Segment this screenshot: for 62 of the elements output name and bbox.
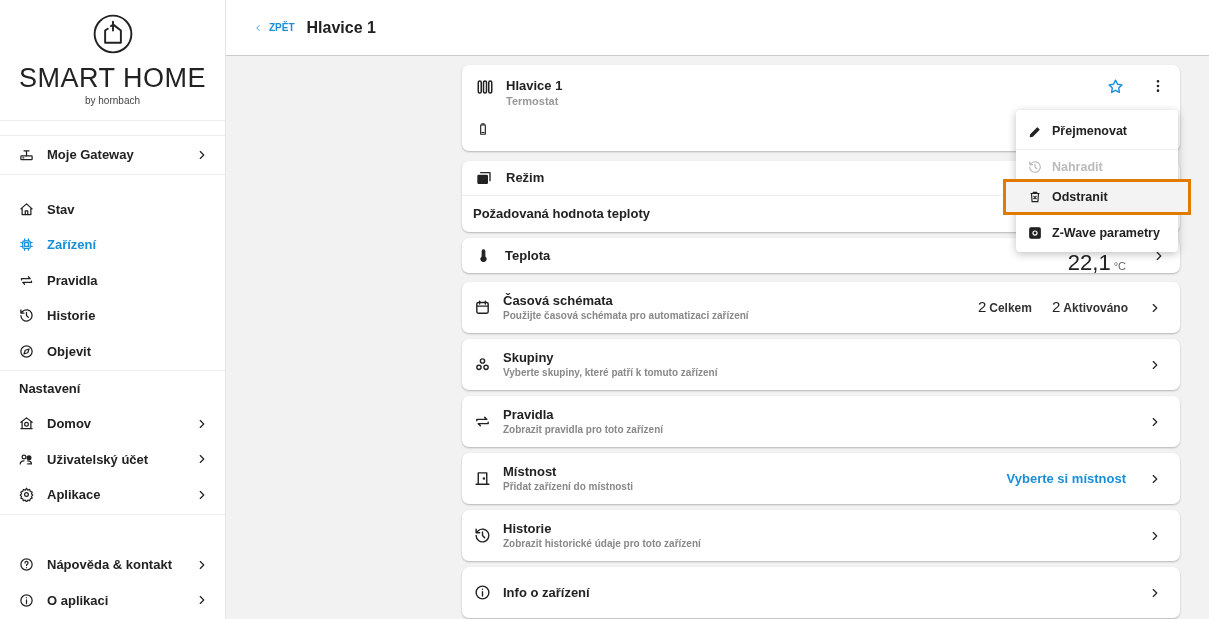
room-link[interactable]: Vyberte si místnost: [1006, 468, 1126, 489]
stat-count: 2: [1051, 297, 1061, 318]
nav-item[interactable]: Uživatelský účet: [0, 441, 225, 477]
calendar-icon: [474, 299, 491, 316]
nav-item[interactable]: Aplikace: [0, 477, 225, 513]
star-icon[interactable]: [1107, 78, 1124, 95]
list-item[interactable]: Info o zařízení: [462, 567, 1180, 618]
device-type: Termostat: [506, 94, 560, 108]
nav-item[interactable]: Stav: [0, 191, 225, 227]
back-link[interactable]: ZPĚT: [253, 20, 295, 35]
logo-subtitle: by hornbach: [84, 93, 140, 108]
logo-icon: [91, 12, 134, 55]
item-subtitle: Použijte časová schémata pro automatizaci zařízení: [503, 309, 750, 323]
menu-item: Nahradit: [1016, 152, 1178, 182]
nav-item[interactable]: O aplikaci: [0, 582, 225, 618]
door-icon: [474, 470, 491, 487]
section-heading: Nastavení: [18, 379, 82, 398]
nav-item[interactable]: Objevit: [0, 333, 225, 369]
logo-title: SMART HOME: [19, 62, 206, 93]
history-icon: [1028, 160, 1042, 174]
item-subtitle: Zobrazit historické údaje pro toto zařízení: [503, 537, 702, 551]
router-icon: [19, 147, 34, 163]
compass-icon: [19, 343, 34, 359]
stat-count: 2: [977, 297, 987, 318]
circles-icon: [474, 356, 491, 373]
help-icon: [19, 557, 34, 573]
home-icon: [19, 201, 34, 217]
list-item[interactable]: Skupiny Vyberte skupiny, které patří k tomuto zařízení: [462, 339, 1180, 390]
nav-item[interactable]: Domov: [0, 406, 225, 442]
item-subtitle: Přidat zařízení do místnosti: [503, 480, 635, 494]
house-icon: [19, 416, 34, 432]
history-icon: [19, 308, 34, 324]
list-item[interactable]: Historie Zobrazit historické údaje pro toto zařízení: [462, 510, 1180, 561]
pencil-icon: [1028, 124, 1042, 139]
list-item[interactable]: Místnost Přidat zařízení do místnosti Vyberte si místnost: [462, 453, 1180, 504]
nav-item[interactable]: Zařízení: [0, 227, 225, 263]
setpoint-label: Požadovaná hodnota teploty: [473, 205, 650, 224]
menu-item[interactable]: Přejmenovat: [1016, 114, 1178, 150]
list-item[interactable]: Časová schémata Použijte časová schémata pro automatizaci zařízení 2 Celkem 2 Aktivováno: [462, 282, 1180, 333]
nav-item[interactable]: Pravidla: [0, 262, 225, 298]
history-icon: [474, 527, 491, 544]
info-icon: [19, 592, 34, 608]
stat-label: Aktivováno: [1063, 300, 1128, 318]
temperature-label: Teplota: [505, 246, 552, 265]
nav-item[interactable]: Moje Gateway: [0, 137, 225, 173]
list-item[interactable]: Pravidla Zobrazit pravidla pro toto zařízení: [462, 396, 1180, 447]
stat-label: Celkem: [989, 300, 1032, 318]
temperature-value: 22,1: [1067, 252, 1111, 273]
back-icon: [253, 22, 263, 33]
nav-item[interactable]: Historie: [0, 298, 225, 334]
nav-item[interactable]: Nápověda & kontakt: [0, 547, 225, 583]
chip-icon: [19, 237, 34, 253]
temperature-unit: °C: [1113, 258, 1126, 274]
item-subtitle: Vyberte skupiny, které patří k tomuto zařízení: [503, 366, 719, 380]
mode-label: Režim: [506, 169, 545, 188]
trash-icon: [1028, 190, 1042, 204]
radiator-icon: [476, 78, 494, 96]
item-subtitle: Zobrazit pravidla pro toto zařízení: [503, 423, 664, 437]
settings-icon: [19, 487, 34, 503]
device-name: Hlavice 1: [506, 78, 564, 94]
info-icon: [474, 584, 491, 601]
page-title: Hlavice 1: [306, 17, 376, 38]
